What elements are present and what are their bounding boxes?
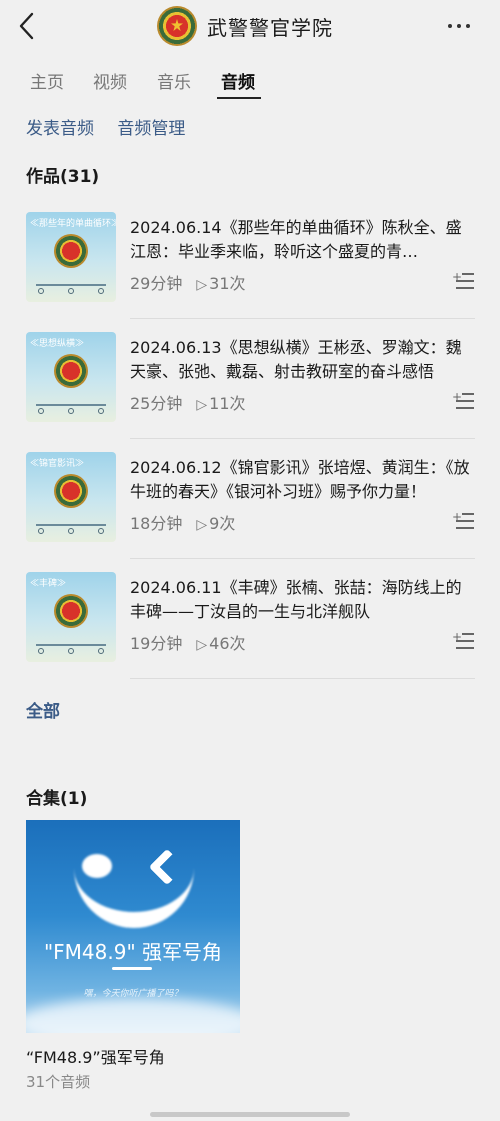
play-count-icon: ▷ bbox=[196, 397, 208, 413]
audio-thumbnail: ≪锦官影讯≫ bbox=[26, 452, 116, 542]
play-count: 46次 bbox=[209, 634, 246, 653]
audio-title: 2024.06.12《锦官影讯》张培煜、黄润生：《放牛班的春天》《银河补习班》赐… bbox=[130, 458, 470, 501]
divider bbox=[130, 318, 475, 319]
play-count: 9次 bbox=[209, 514, 236, 533]
audio-actions: 发表音频 音频管理 bbox=[26, 114, 203, 139]
duration: 19分钟 bbox=[130, 634, 183, 653]
collection-count: 31个音频 bbox=[26, 1073, 91, 1091]
audio-item[interactable]: ≪锦官影讯≫ 2024.06.12《锦官影讯》张培煜、黄润生：《放牛班的春天》《… bbox=[26, 452, 475, 572]
audio-meta: 19分钟 ▷ 46次 bbox=[130, 630, 246, 654]
collections-section-title: 合集(1) bbox=[26, 789, 88, 809]
audio-title: 2024.06.14《那些年的单曲循环》陈秋全、盛江恩：毕业季来临，聆听这个盛夏… bbox=[130, 218, 462, 261]
divider bbox=[130, 438, 475, 439]
duration: 25分钟 bbox=[130, 394, 183, 413]
account-title: 武警警官学院 bbox=[207, 16, 333, 40]
play-count-icon: ▷ bbox=[196, 277, 208, 293]
audio-item[interactable]: ≪丰碑≫ 2024.06.11《丰碑》张楠、张喆：海防线上的丰碑——丁汝昌的一生… bbox=[26, 572, 475, 692]
audio-title: 2024.06.13《思想纵横》王彬丞、罗瀚文：魏天豪、张弛、戴磊、射击教研室的… bbox=[130, 338, 462, 381]
publish-audio-link[interactable]: 发表音频 bbox=[26, 119, 94, 139]
manage-audio-link[interactable]: 音频管理 bbox=[117, 119, 185, 139]
tab-video[interactable]: 视频 bbox=[93, 70, 127, 100]
duration: 29分钟 bbox=[130, 274, 183, 293]
tab-audio[interactable]: 音频 bbox=[221, 70, 255, 100]
emblem-icon bbox=[54, 594, 88, 628]
back-arrow-icon[interactable] bbox=[14, 10, 40, 42]
audio-item[interactable]: ≪思想纵横≫ 2024.06.13《思想纵横》王彬丞、罗瀚文：魏天豪、张弛、戴磊… bbox=[26, 332, 475, 452]
emblem-icon bbox=[54, 234, 88, 268]
audio-thumbnail: ≪丰碑≫ bbox=[26, 572, 116, 662]
active-tab-indicator bbox=[217, 97, 261, 99]
tab-music[interactable]: 音乐 bbox=[157, 70, 191, 100]
cover-subtitle: 嘿，今天你听广播了吗？ bbox=[83, 989, 183, 999]
audio-title: 2024.06.11《丰碑》张楠、张喆：海防线上的丰碑——丁汝昌的一生与北洋舰队 bbox=[130, 578, 462, 621]
emblem-icon bbox=[54, 474, 88, 508]
audio-item[interactable]: ≪那些年的单曲循环≫ 2024.06.14《那些年的单曲循环》陈秋全、盛江恩：毕… bbox=[26, 212, 475, 332]
works-section-title: 作品(31) bbox=[26, 167, 100, 187]
collection-name[interactable]: “FM48.9”强军号角 bbox=[26, 1044, 165, 1068]
account-logo[interactable] bbox=[157, 6, 197, 46]
collection-cover[interactable]: "FM48.9" 强军号角 嘿，今天你听广播了吗？ bbox=[26, 820, 240, 1033]
divider bbox=[130, 558, 475, 559]
audio-meta: 25分钟 ▷ 11次 bbox=[130, 390, 246, 414]
audio-thumbnail: ≪思想纵横≫ bbox=[26, 332, 116, 422]
play-count: 11次 bbox=[209, 394, 246, 413]
audio-meta: 18分钟 ▷ 9次 bbox=[130, 510, 235, 534]
add-to-playlist-icon[interactable]: + bbox=[452, 390, 474, 410]
add-to-playlist-icon[interactable]: + bbox=[452, 510, 474, 530]
add-to-playlist-icon[interactable]: + bbox=[452, 270, 474, 290]
top-bar: 武警警官学院 bbox=[0, 0, 500, 54]
view-all-link[interactable]: 全部 bbox=[26, 697, 60, 722]
cloud-smile bbox=[74, 868, 194, 928]
more-options-icon[interactable] bbox=[447, 14, 471, 38]
duration: 18分钟 bbox=[130, 514, 183, 533]
audio-thumbnail: ≪那些年的单曲循环≫ bbox=[26, 212, 116, 302]
play-count: 31次 bbox=[209, 274, 246, 293]
play-count-icon: ▷ bbox=[196, 517, 208, 533]
audio-meta: 29分钟 ▷ 31次 bbox=[130, 270, 246, 294]
add-to-playlist-icon[interactable]: + bbox=[452, 630, 474, 650]
tab-home[interactable]: 主页 bbox=[30, 70, 64, 100]
home-indicator bbox=[150, 1112, 350, 1117]
cover-title: "FM48.9" 强军号角 bbox=[43, 940, 223, 964]
play-count-icon: ▷ bbox=[196, 637, 208, 653]
divider bbox=[130, 678, 475, 679]
emblem-icon bbox=[54, 354, 88, 388]
